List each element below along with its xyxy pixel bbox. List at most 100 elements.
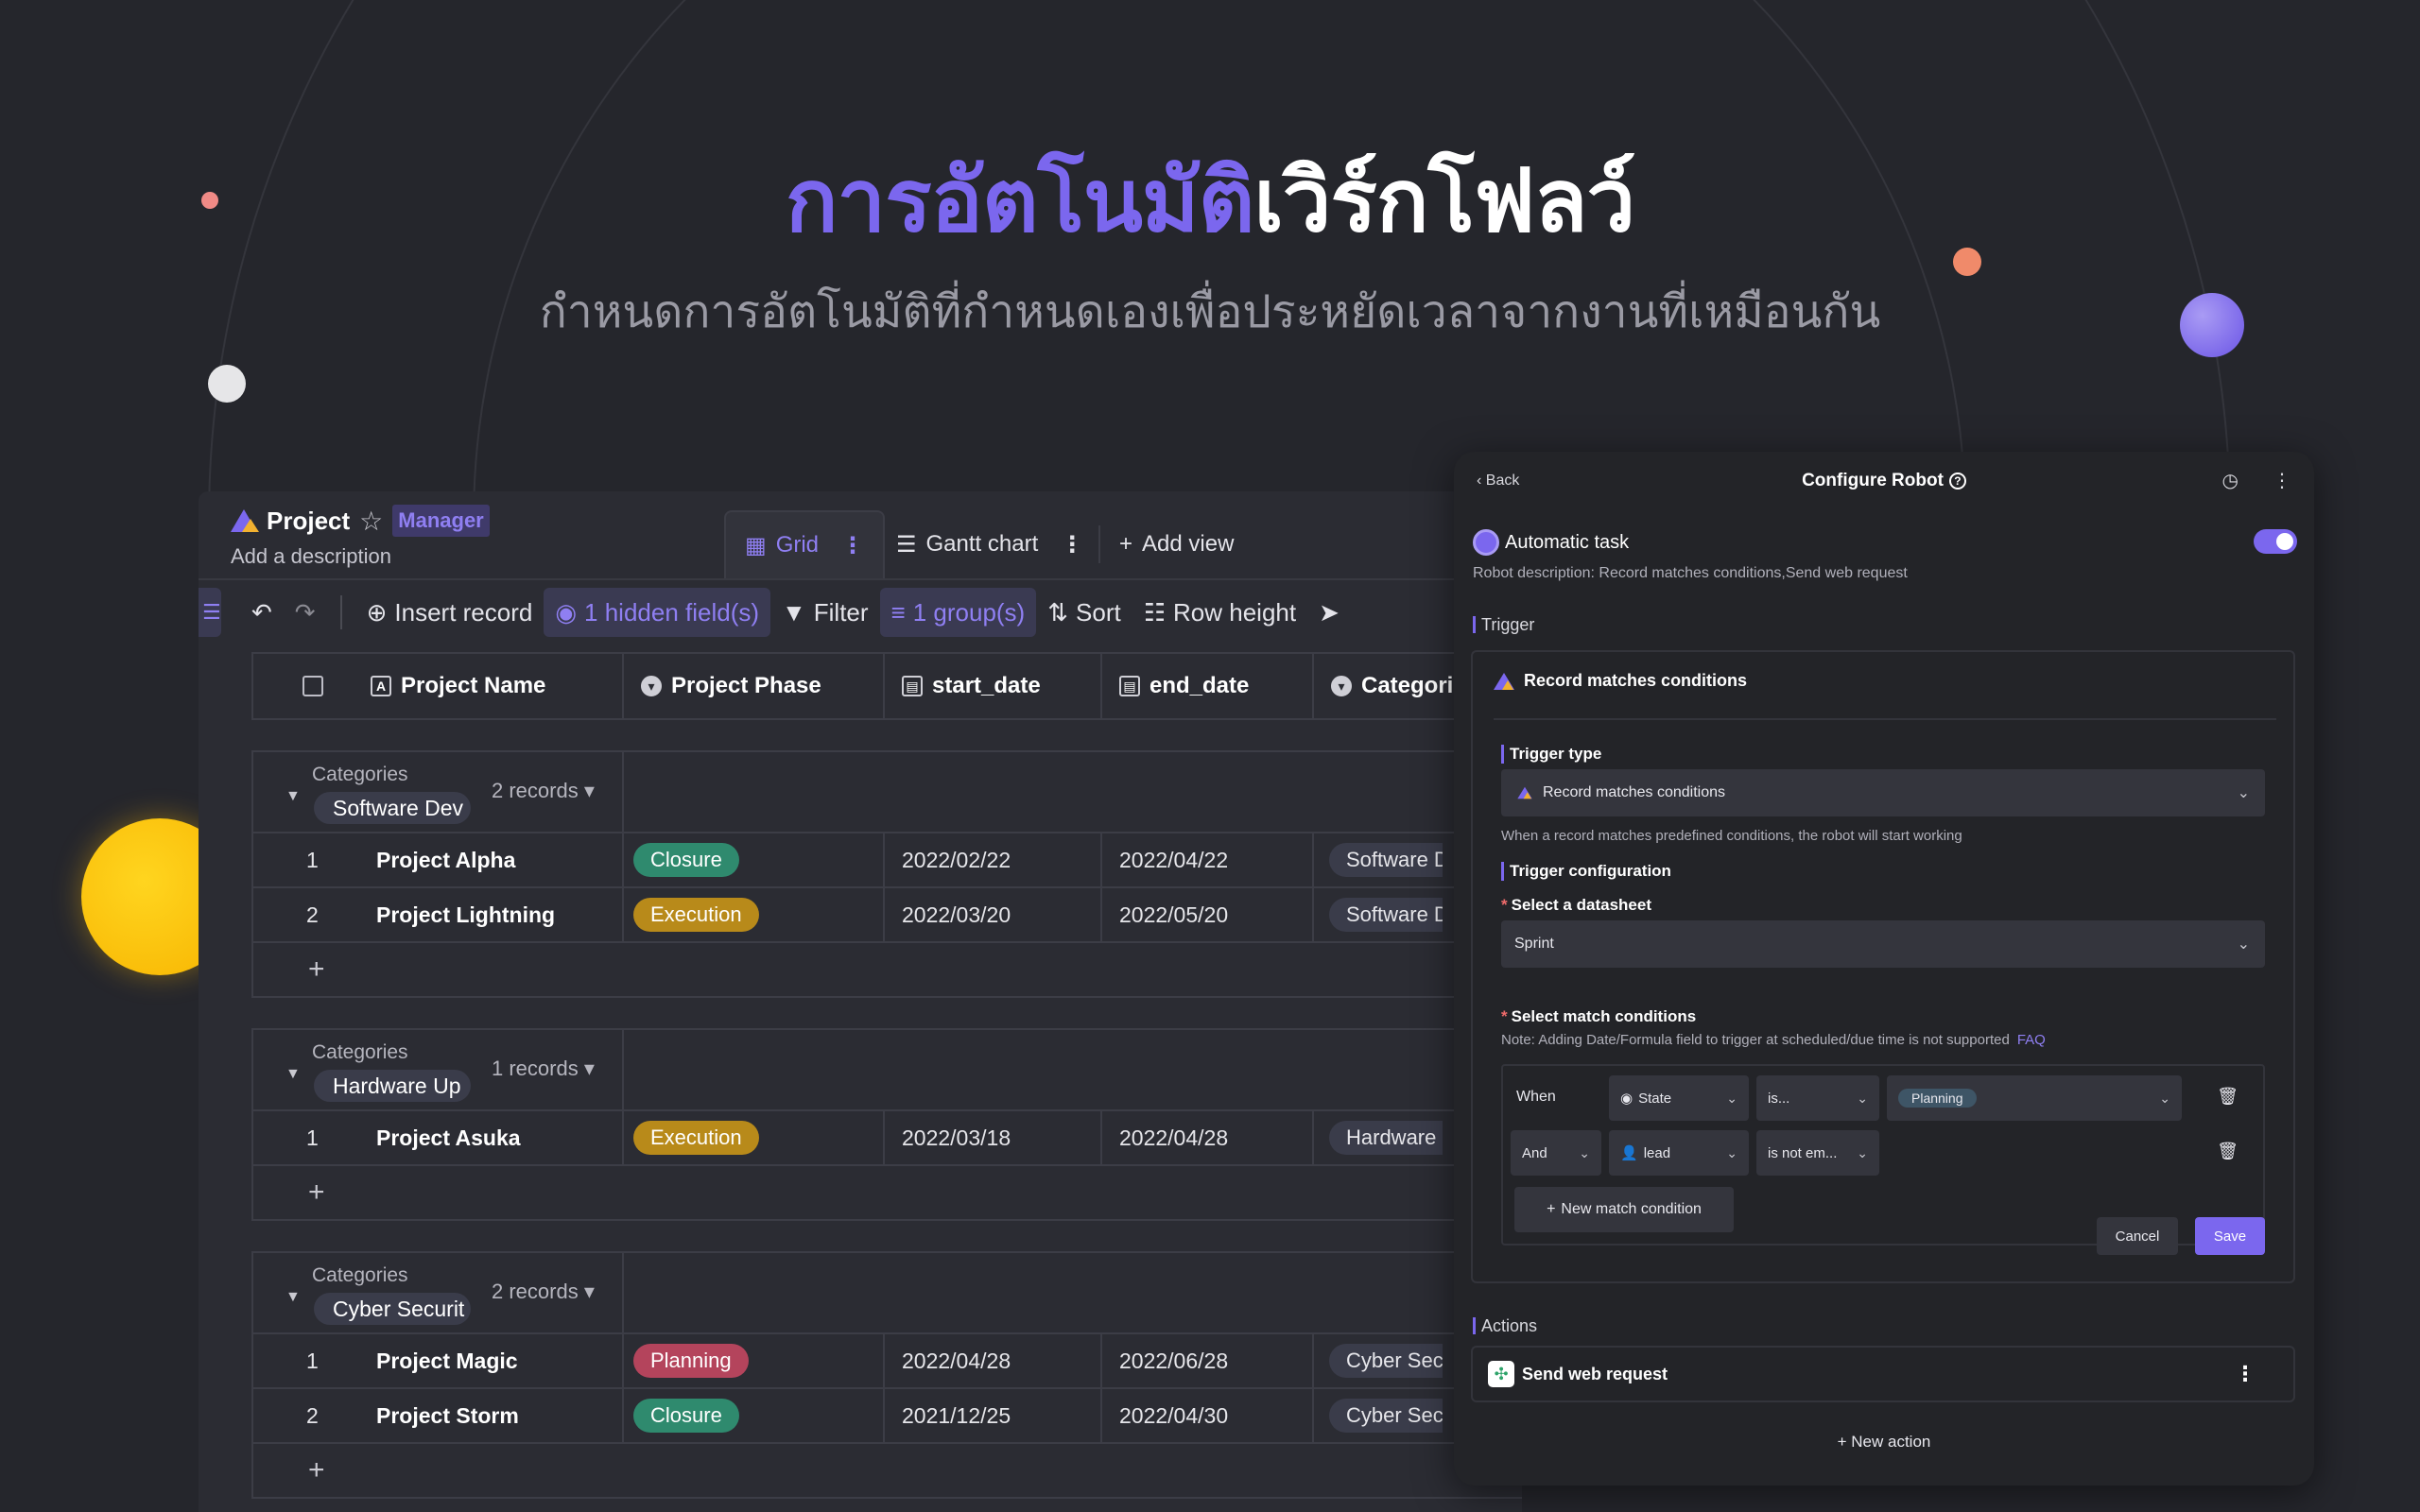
trigger-type-select[interactable]: Record matches conditions ⌄ bbox=[1501, 769, 2265, 816]
table-row[interactable]: 1 Project Magic Planning 2022/04/28 2022/06/… bbox=[253, 1334, 1522, 1389]
chevron-down-icon: ⌄ bbox=[1726, 1090, 1737, 1106]
tab-grid[interactable]: ▦ Grid ⋮ bbox=[724, 510, 886, 578]
chevron-down-icon: ⌄ bbox=[1857, 1090, 1868, 1106]
more-icon[interactable]: ⋮ bbox=[1061, 531, 1083, 558]
record-name-cell[interactable]: 2 Project Storm bbox=[253, 1389, 624, 1442]
end-date-cell[interactable]: 2022/05/20 bbox=[1102, 888, 1314, 941]
column-header-end-date[interactable]: ▤ end_date bbox=[1102, 654, 1314, 718]
robot-enable-toggle[interactable] bbox=[2254, 529, 2297, 554]
phase-cell[interactable]: Planning bbox=[624, 1334, 885, 1387]
start-date-cell[interactable]: 2022/03/20 bbox=[885, 888, 1102, 941]
share-button[interactable]: ➤ bbox=[1307, 588, 1351, 637]
table-row[interactable]: 1 Project Alpha Closure 2022/02/22 2022/04/2… bbox=[253, 833, 1522, 888]
tab-gantt[interactable]: ☰ Gantt chart ⋮ bbox=[896, 510, 1083, 578]
more-icon[interactable]: ⋮ bbox=[2235, 1362, 2256, 1386]
condition-field-select[interactable]: ◉ State ⌄ bbox=[1609, 1075, 1749, 1121]
add-record-button[interactable]: + bbox=[253, 943, 1522, 996]
add-record-button[interactable]: + bbox=[253, 1166, 1522, 1219]
insert-record-button[interactable]: ⊕ Insert record bbox=[355, 588, 544, 637]
condition-value-select[interactable]: Planning ⌄ bbox=[1887, 1075, 2182, 1121]
phase-cell[interactable]: Closure bbox=[624, 833, 885, 886]
group-record-count[interactable]: 1 records ▾ bbox=[492, 1057, 595, 1081]
end-date-cell[interactable]: 2022/04/22 bbox=[1102, 833, 1314, 886]
record-name-cell[interactable]: 1 Project Magic bbox=[253, 1334, 624, 1387]
end-date-cell[interactable]: 2022/04/28 bbox=[1102, 1111, 1314, 1164]
select-field-icon: ◉ bbox=[1620, 1091, 1634, 1107]
record-name-cell[interactable]: 1 Project Asuka bbox=[253, 1111, 624, 1164]
add-view-button[interactable]: + Add view bbox=[1098, 525, 1234, 563]
collapse-triangle-icon[interactable]: ▼ bbox=[285, 788, 301, 805]
condition-joiner-select[interactable]: And ⌄ bbox=[1511, 1130, 1601, 1176]
add-record-button[interactable]: + bbox=[253, 1444, 1522, 1497]
action-card[interactable]: ✣ Send web request ⋮ bbox=[1471, 1346, 2295, 1402]
row-index: 2 bbox=[306, 1402, 319, 1428]
new-match-condition-button[interactable]: + New match condition bbox=[1514, 1187, 1734, 1232]
select-all-checkbox[interactable] bbox=[302, 676, 323, 696]
group-field-label: Categories bbox=[312, 1264, 408, 1286]
record-name-cell[interactable]: 2 Project Lightning bbox=[253, 888, 624, 941]
condition-operator-select[interactable]: is... ⌄ bbox=[1756, 1075, 1879, 1121]
group-record-count[interactable]: 2 records ▾ bbox=[492, 1280, 595, 1304]
record-group: Categories ▼ Hardware Up 1 records ▾ 1 Projec… bbox=[251, 1028, 1522, 1221]
table-row[interactable]: 2 Project Lightning Execution 2022/03/20 202… bbox=[253, 888, 1522, 943]
datasheet-title: Project ☆ Manager bbox=[231, 505, 490, 537]
add-description-link[interactable]: Add a description bbox=[231, 544, 391, 569]
history-icon[interactable]: ◷ bbox=[2222, 469, 2238, 492]
start-date-cell[interactable]: 2021/12/25 bbox=[885, 1389, 1102, 1442]
record-groups: Categories ▼ Software Dev 2 records ▾ 1 Proje… bbox=[251, 750, 1522, 1499]
insert-record-label: Insert record bbox=[394, 597, 533, 627]
column-header-start-date[interactable]: ▤ start_date bbox=[885, 654, 1102, 718]
more-icon[interactable]: ⋮ bbox=[841, 532, 864, 559]
help-icon[interactable]: ? bbox=[1948, 472, 1966, 490]
column-header-project-phase[interactable]: ▾ Project Phase bbox=[624, 654, 885, 718]
webhook-icon: ✣ bbox=[1488, 1361, 1514, 1387]
collapse-triangle-icon[interactable]: ▼ bbox=[285, 1066, 301, 1083]
robot-description[interactable]: Robot description: Record matches condit… bbox=[1473, 565, 1908, 582]
chevron-down-icon: ⌄ bbox=[2237, 785, 2250, 801]
more-icon[interactable]: ⋮ bbox=[2273, 469, 2291, 492]
group-button[interactable]: ≡ 1 group(s) bbox=[879, 588, 1037, 637]
condition-operator-select[interactable]: is not em... ⌄ bbox=[1756, 1130, 1879, 1176]
end-date-cell[interactable]: 2022/06/28 bbox=[1102, 1334, 1314, 1387]
table-row[interactable]: 1 Project Asuka Execution 2022/03/18 2022/04… bbox=[253, 1111, 1522, 1166]
start-date-cell[interactable]: 2022/04/28 bbox=[885, 1334, 1102, 1387]
star-icon[interactable]: ☆ bbox=[359, 506, 383, 537]
delete-condition-icon[interactable]: 🗑 bbox=[2217, 1087, 2238, 1107]
phase-cell[interactable]: Closure bbox=[624, 1389, 885, 1442]
new-action-button[interactable]: + New action bbox=[1454, 1433, 2314, 1452]
category-pill: Cyber Secu bbox=[1329, 1344, 1443, 1378]
sidebar-toggle-icon[interactable]: ☰ bbox=[199, 588, 221, 637]
action-name: Send web request bbox=[1522, 1364, 1668, 1383]
filter-button[interactable]: ▼ Filter bbox=[770, 588, 880, 637]
save-button[interactable]: Save bbox=[2195, 1217, 2265, 1255]
redo-button[interactable]: ↷ bbox=[284, 588, 327, 637]
delete-condition-icon[interactable]: 🗑 bbox=[2217, 1142, 2238, 1161]
hidden-fields-button[interactable]: ◉ 1 hidden field(s) bbox=[544, 588, 771, 637]
column-header-project-name[interactable]: A Project Name bbox=[253, 654, 624, 718]
phase-cell[interactable]: Execution bbox=[624, 1111, 885, 1164]
robot-name[interactable]: Automatic task bbox=[1505, 532, 1629, 554]
row-height-button[interactable]: ☷ Row height bbox=[1132, 588, 1307, 637]
start-date-cell[interactable]: 2022/03/18 bbox=[885, 1111, 1102, 1164]
hero-title: การอัตโนมัติเวิร์กโฟลว์ bbox=[0, 130, 2420, 269]
group-record-count[interactable]: 2 records ▾ bbox=[492, 779, 595, 803]
faq-link[interactable]: FAQ bbox=[2017, 1032, 2046, 1048]
undo-button[interactable]: ↶ bbox=[240, 588, 284, 637]
datasheet-title-text[interactable]: Project bbox=[267, 507, 350, 536]
table-row[interactable]: 2 Project Storm Closure 2021/12/25 2022/04/3… bbox=[253, 1389, 1522, 1444]
datasheet-select[interactable]: Sprint ⌄ bbox=[1501, 920, 2265, 968]
group-header[interactable]: Categories ▼ Cyber Securit 2 records ▾ bbox=[253, 1253, 1522, 1334]
group-header[interactable]: Categories ▼ Software Dev 2 records ▾ bbox=[253, 752, 1522, 833]
phase-cell[interactable]: Execution bbox=[624, 888, 885, 941]
start-date-cell[interactable]: 2022/02/22 bbox=[885, 833, 1102, 886]
end-date-cell[interactable]: 2022/04/30 bbox=[1102, 1389, 1314, 1442]
cancel-button[interactable]: Cancel bbox=[2097, 1217, 2178, 1255]
condition-joiner-value: And bbox=[1522, 1144, 1547, 1161]
category-pill: Cyber Secu bbox=[1329, 1399, 1443, 1433]
column-header-label: end_date bbox=[1150, 673, 1250, 698]
condition-field-select[interactable]: 👤 lead ⌄ bbox=[1609, 1130, 1749, 1176]
sort-button[interactable]: ⇅ Sort bbox=[1036, 588, 1132, 637]
record-name-cell[interactable]: 1 Project Alpha bbox=[253, 833, 624, 886]
group-header[interactable]: Categories ▼ Hardware Up 1 records ▾ bbox=[253, 1030, 1522, 1111]
collapse-triangle-icon[interactable]: ▼ bbox=[285, 1289, 301, 1306]
